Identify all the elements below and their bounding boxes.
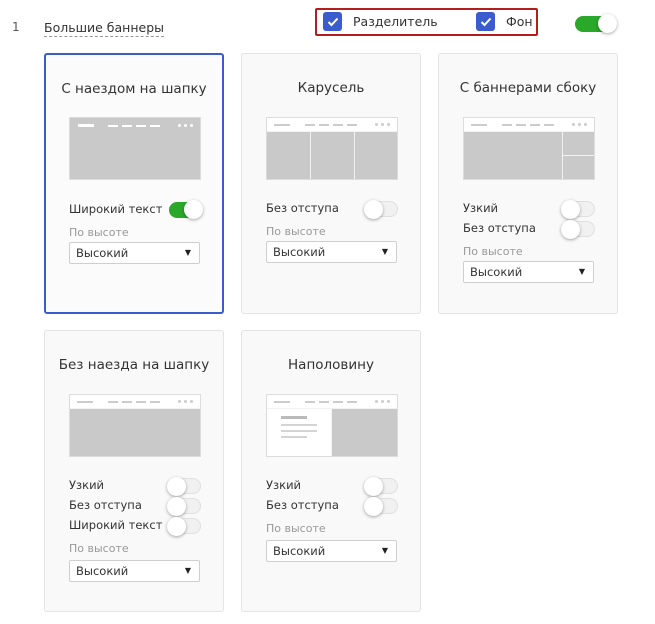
narrow-toggle[interactable] xyxy=(364,477,398,496)
dropdown-arrow-icon: ▼ xyxy=(381,247,388,256)
layout-card-side-banners[interactable]: С баннерами сбоку Узкий Без отступа По в… xyxy=(438,53,618,314)
option-label-no-padding: Без отступа xyxy=(266,201,339,215)
height-select-value: Высокий xyxy=(273,544,326,558)
row-number: 1 xyxy=(12,20,20,34)
layout-preview xyxy=(266,117,398,180)
height-select[interactable]: Высокий ▼ xyxy=(266,540,397,562)
card-title: Наполовину xyxy=(288,357,374,373)
option-label-narrow: Узкий xyxy=(266,478,302,492)
no-padding-toggle[interactable] xyxy=(167,497,201,516)
option-label-no-padding: Без отступа xyxy=(69,498,142,512)
height-hint: По высоте xyxy=(266,522,326,535)
height-select[interactable]: Высокий ▼ xyxy=(463,261,594,283)
wide-text-toggle[interactable] xyxy=(169,200,203,219)
height-hint: По высоте xyxy=(463,245,523,258)
height-hint: По высоте xyxy=(69,226,129,239)
height-select[interactable]: Высокий ▼ xyxy=(69,242,200,264)
layout-preview xyxy=(69,394,201,457)
layout-card-no-overlap-header[interactable]: Без наезда на шапку Узкий Без отступа Ши… xyxy=(44,330,224,612)
toggle-knob xyxy=(364,497,383,516)
toggle-knob xyxy=(184,200,203,219)
layout-card-carousel[interactable]: Карусель Без отступа По высоте Высокий ▼ xyxy=(241,53,421,314)
option-label-no-padding: Без отступа xyxy=(266,498,339,512)
background-checkbox[interactable]: Фон xyxy=(476,12,533,31)
card-title: С баннерами сбоку xyxy=(459,80,597,96)
wide-text-toggle[interactable] xyxy=(167,517,201,536)
option-label-no-padding: Без отступа xyxy=(463,221,536,235)
height-select-value: Высокий xyxy=(470,265,523,279)
option-label-narrow: Узкий xyxy=(463,201,499,215)
height-select-value: Высокий xyxy=(273,245,326,259)
narrow-toggle[interactable] xyxy=(167,477,201,496)
option-label-wide-text: Широкий текст xyxy=(69,518,163,532)
card-title: С наездом на шапку xyxy=(61,81,207,97)
toggle-knob xyxy=(598,14,617,33)
toggle-knob xyxy=(561,220,580,239)
layout-card-half[interactable]: Наполовину Узкий Без отступа По высоте В… xyxy=(241,330,421,612)
height-hint: По высоте xyxy=(69,542,129,555)
no-padding-toggle[interactable] xyxy=(561,220,595,239)
toggle-knob xyxy=(167,517,186,536)
toggle-knob xyxy=(364,200,383,219)
card-title: Без наезда на шапку xyxy=(58,357,210,373)
card-title: Карусель xyxy=(297,80,365,96)
toggle-knob xyxy=(561,200,580,219)
dropdown-arrow-icon: ▼ xyxy=(184,566,191,575)
no-padding-toggle[interactable] xyxy=(364,497,398,516)
separator-checkbox[interactable]: Разделитель xyxy=(323,12,438,31)
background-label: Фон xyxy=(506,14,533,29)
checkmark-icon xyxy=(323,12,342,31)
narrow-toggle[interactable] xyxy=(561,200,595,219)
toggle-knob xyxy=(167,477,186,496)
layout-preview xyxy=(463,117,595,180)
height-select-value: Высокий xyxy=(76,246,129,260)
height-select[interactable]: Высокий ▼ xyxy=(69,560,200,582)
separator-label: Разделитель xyxy=(353,14,438,29)
toggle-knob xyxy=(364,477,383,496)
dropdown-arrow-icon: ▼ xyxy=(578,267,585,276)
height-select-value: Высокий xyxy=(76,564,129,578)
option-label-narrow: Узкий xyxy=(69,478,105,492)
no-padding-toggle[interactable] xyxy=(364,200,398,219)
layout-card-overlap-header[interactable]: С наездом на шапку Широкий текст По высо… xyxy=(44,53,224,314)
dropdown-arrow-icon: ▼ xyxy=(381,546,388,555)
layout-preview xyxy=(266,394,398,457)
dropdown-arrow-icon: ▼ xyxy=(184,248,191,257)
option-label-wide-text: Широкий текст xyxy=(69,202,163,216)
height-select[interactable]: Высокий ▼ xyxy=(266,241,397,263)
section-title-link[interactable]: Большие баннеры xyxy=(44,20,165,37)
section-enabled-toggle[interactable] xyxy=(575,14,617,33)
toggle-knob xyxy=(167,497,186,516)
height-hint: По высоте xyxy=(266,225,326,238)
layout-preview xyxy=(69,117,201,180)
checkmark-icon xyxy=(476,12,495,31)
